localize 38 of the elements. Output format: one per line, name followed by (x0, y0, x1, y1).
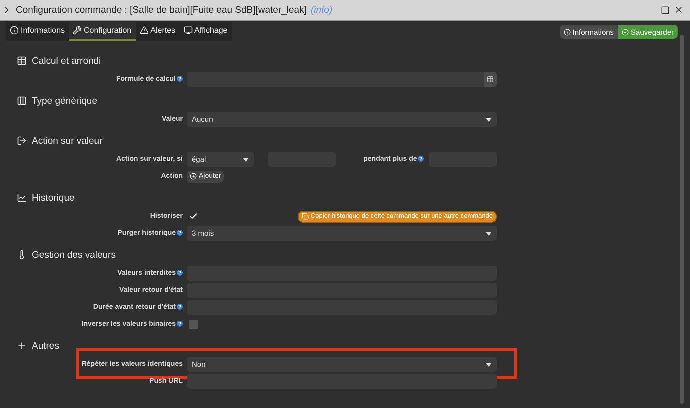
table-icon (17, 56, 27, 66)
calculator-icon[interactable] (484, 72, 497, 87)
input-field[interactable] (187, 374, 497, 389)
plus-icon (17, 341, 27, 351)
section-title: Type générique (32, 96, 98, 106)
close-icon[interactable] (674, 5, 684, 15)
check-circle-icon (622, 28, 630, 36)
tab[interactable]: Affichage (180, 21, 232, 41)
info-icon (10, 26, 19, 34)
checkbox[interactable] (189, 320, 198, 329)
line-chart-icon (17, 193, 27, 203)
window-title: Configuration commande : [Salle de bain][Fuite eau SdB][water_leak] (16, 4, 307, 16)
input-field[interactable] (187, 72, 497, 87)
copy-icon (302, 213, 309, 220)
tab[interactable]: Configuration (69, 21, 136, 41)
section-title: Gestion des valeurs (32, 250, 116, 260)
tab[interactable]: Alertes (136, 21, 180, 41)
section-title: Calcul et arrondi (32, 56, 102, 66)
caret-icon (486, 362, 492, 366)
thermometer-icon (17, 250, 27, 260)
caret-icon (486, 118, 492, 122)
exit-arrow-icon (17, 136, 27, 146)
info-icon (564, 28, 571, 36)
caret-icon (243, 158, 249, 162)
maximize-icon[interactable] (661, 6, 670, 14)
section-title: Action sur valeur (32, 136, 103, 146)
plus-circle-icon (190, 173, 197, 180)
caret-icon (486, 232, 492, 236)
columns-icon (17, 96, 27, 106)
help-icon (418, 156, 424, 162)
monitor-icon (184, 26, 193, 34)
wrench-icon (73, 26, 82, 34)
tab[interactable]: Informations (6, 21, 70, 41)
window-title-note: (info) (310, 4, 333, 16)
warning-icon (140, 26, 149, 34)
section-title: Autres (32, 340, 60, 352)
section-title: Historique (32, 192, 75, 204)
checkbox[interactable] (189, 212, 198, 221)
